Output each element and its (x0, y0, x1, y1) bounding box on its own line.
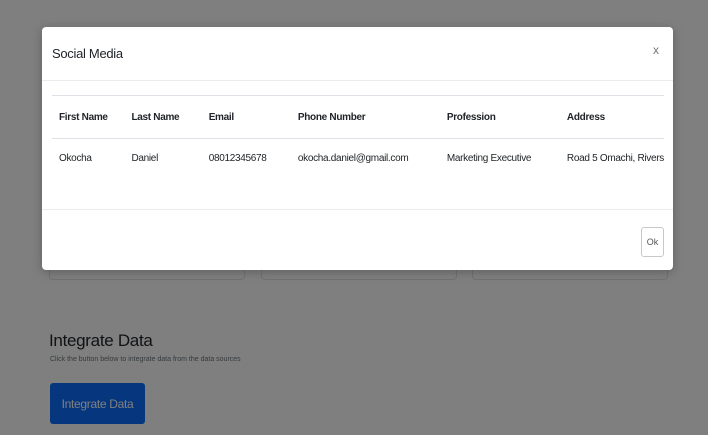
cell-first-name: Okocha (59, 153, 92, 165)
column-header-address: Address (566, 111, 605, 123)
cell-address: Road 5 Omachi, Rivers (566, 153, 664, 165)
cell-email: 08012345678 (208, 153, 267, 165)
cell-last-name: Daniel (131, 153, 158, 165)
table-row: Okocha Daniel 08012345678 okocha.daniel@… (52, 139, 664, 179)
column-header-phone-number: Phone Number (297, 111, 366, 123)
modal-title: Social Media (52, 46, 123, 61)
column-header-last-name: Last Name (131, 111, 180, 123)
close-icon[interactable]: x (653, 44, 659, 56)
column-header-email: Email (208, 111, 234, 123)
users-table: First Name Last Name Email Phone Number … (52, 95, 664, 179)
modal-footer: Ok (42, 209, 673, 270)
social-media-modal: Social Media x First Name Last Name Emai… (42, 27, 673, 270)
cell-phone-number: okocha.daniel@gmail.com (297, 153, 409, 165)
column-header-first-name: First Name (59, 111, 108, 123)
table-header-row: First Name Last Name Email Phone Number … (52, 95, 664, 139)
ok-button[interactable]: Ok (641, 227, 664, 257)
modal-header: Social Media x (42, 27, 673, 81)
cell-profession: Marketing Executive (446, 153, 532, 165)
column-header-profession: Profession (446, 111, 496, 123)
users-table-container: First Name Last Name Email Phone Number … (52, 95, 664, 179)
